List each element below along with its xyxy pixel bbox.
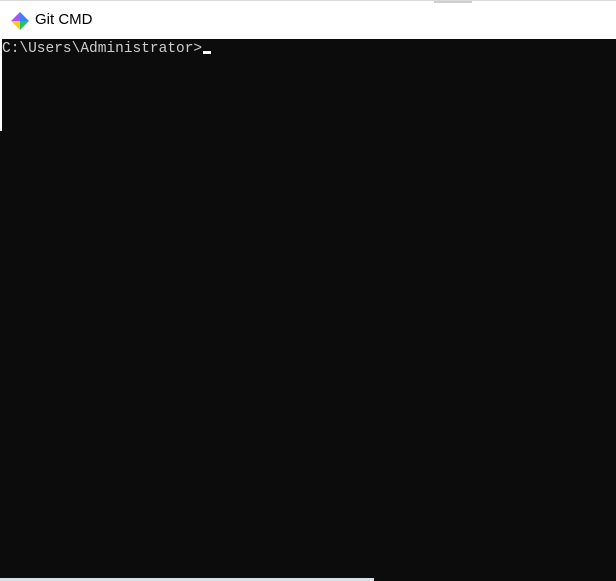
git-cmd-window: Git CMD C:\Users\Administrator>: [0, 0, 616, 581]
command-prompt-line[interactable]: C:\Users\Administrator>: [2, 41, 212, 57]
git-diamond-icon: [11, 12, 29, 30]
console-area[interactable]: C:\Users\Administrator>: [0, 39, 616, 581]
title-bar[interactable]: Git CMD: [0, 0, 616, 39]
titlebar-top-highlight: [434, 1, 472, 3]
text-cursor: [203, 51, 212, 54]
prompt-text: C:\Users\Administrator>: [2, 41, 203, 57]
window-title: Git CMD: [35, 11, 93, 28]
console-left-edge: [0, 39, 2, 131]
